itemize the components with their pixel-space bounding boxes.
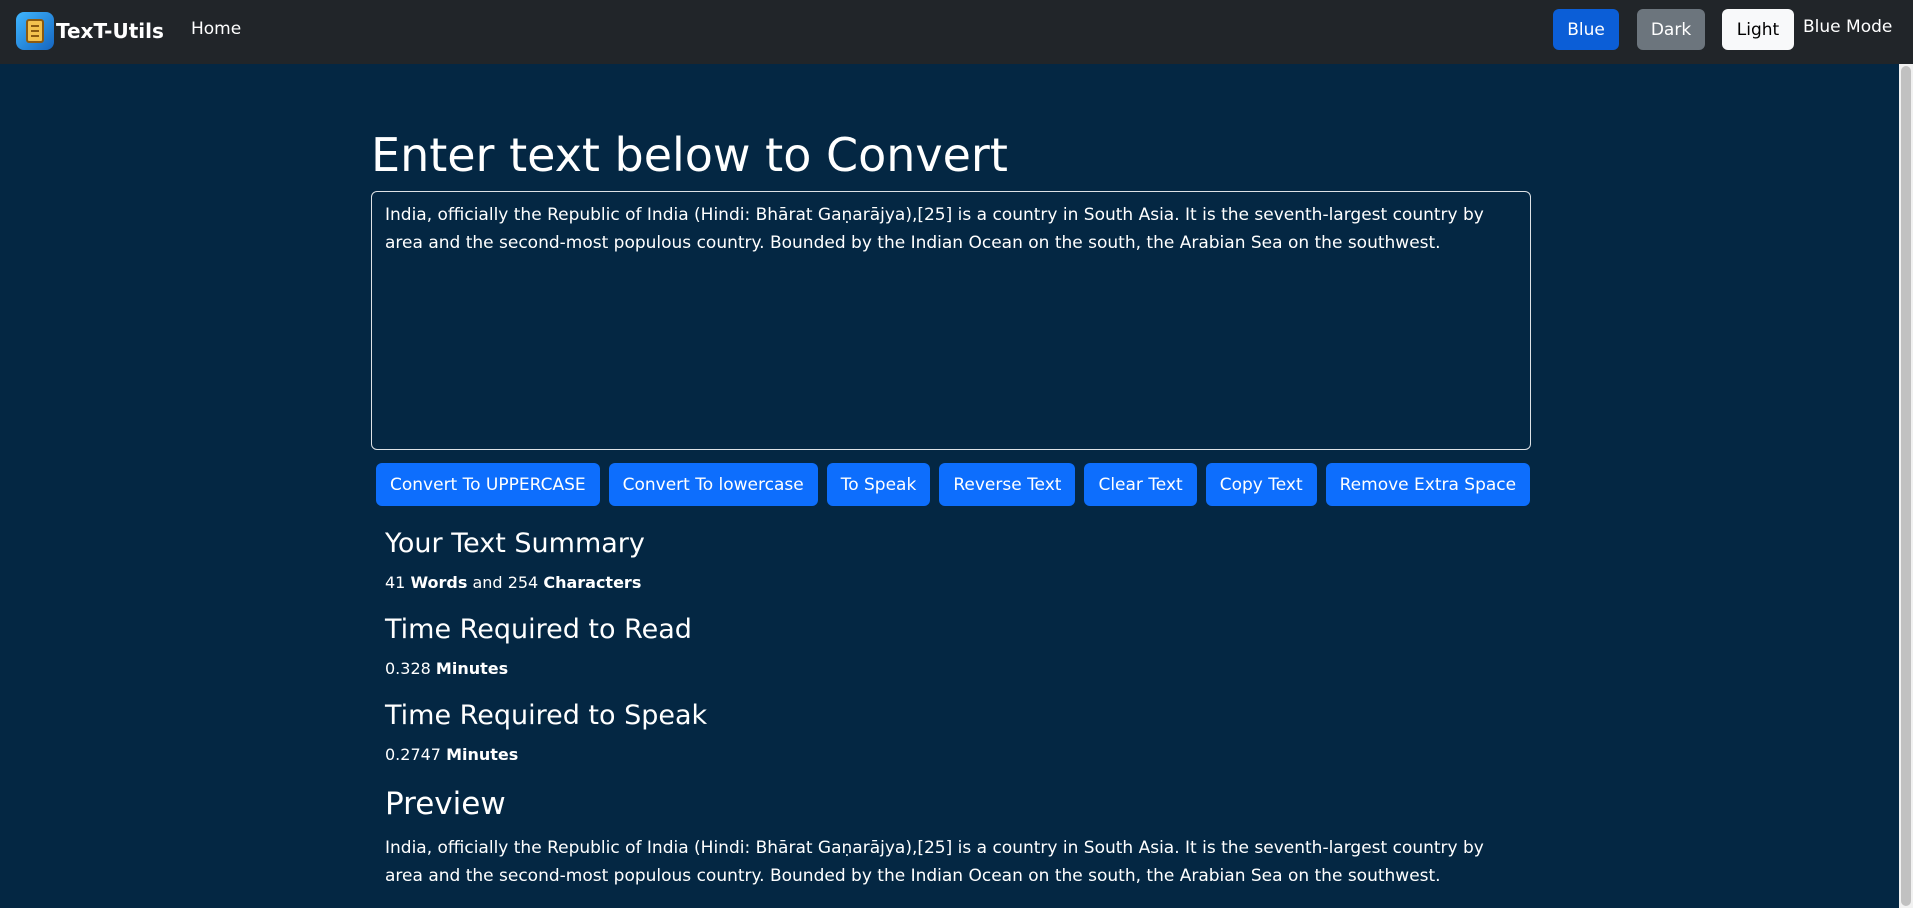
remove-extra-space-button[interactable]: Remove Extra Space bbox=[1325, 463, 1531, 506]
speak-button[interactable]: To Speak bbox=[826, 463, 931, 506]
speak-time-value: 0.2747 bbox=[385, 745, 441, 764]
reverse-text-button[interactable]: Reverse Text bbox=[939, 463, 1076, 506]
blue-mode-button[interactable]: Blue bbox=[1553, 9, 1619, 50]
words-label: Words bbox=[410, 573, 468, 592]
characters-label: Characters bbox=[543, 573, 642, 592]
action-toolbar: Convert To UPPERCASE Convert To lowercas… bbox=[376, 463, 1531, 506]
dark-mode-button[interactable]: Dark bbox=[1637, 9, 1705, 50]
summary-heading: Your Text Summary bbox=[385, 528, 645, 559]
char-count: 254 bbox=[507, 573, 539, 592]
light-mode-button[interactable]: Light bbox=[1722, 9, 1794, 50]
lowercase-button[interactable]: Convert To lowercase bbox=[608, 463, 818, 506]
preview-text: India, officially the Republic of India … bbox=[385, 838, 1484, 886]
copy-text-button[interactable]: Copy Text bbox=[1205, 463, 1317, 506]
nav-home-link[interactable]: Home bbox=[191, 19, 241, 39]
preview-heading: Preview bbox=[385, 786, 506, 822]
text-input[interactable]: India, officially the Republic of India … bbox=[371, 191, 1531, 450]
uppercase-button[interactable]: Convert To UPPERCASE bbox=[376, 463, 600, 506]
and-label: and bbox=[472, 573, 503, 592]
speak-time-heading: Time Required to Speak bbox=[385, 700, 708, 731]
current-mode-label: Blue Mode bbox=[1803, 17, 1893, 37]
read-time-value: 0.328 bbox=[385, 659, 431, 678]
brand-link[interactable]: TexT-Utils bbox=[16, 12, 164, 50]
read-time-heading: Time Required to Read bbox=[385, 614, 692, 645]
scrollbar-thumb[interactable] bbox=[1901, 66, 1911, 906]
top-navbar: TexT-Utils Home Blue Dark Light Blue Mod… bbox=[0, 0, 1913, 64]
minutes-label: Minutes bbox=[446, 745, 519, 764]
brand-name: TexT-Utils bbox=[56, 19, 164, 43]
speak-time-stat: 0.2747 Minutes bbox=[385, 745, 518, 764]
minutes-label: Minutes bbox=[435, 659, 509, 678]
page-title: Enter text below to Convert bbox=[371, 128, 1008, 182]
word-char-count: 41 Words and 254 Characters bbox=[385, 573, 641, 592]
clear-text-button[interactable]: Clear Text bbox=[1084, 463, 1197, 506]
read-time-stat: 0.328 Minutes bbox=[385, 659, 508, 678]
word-count: 41 bbox=[385, 573, 406, 592]
app-logo-icon bbox=[16, 12, 54, 50]
